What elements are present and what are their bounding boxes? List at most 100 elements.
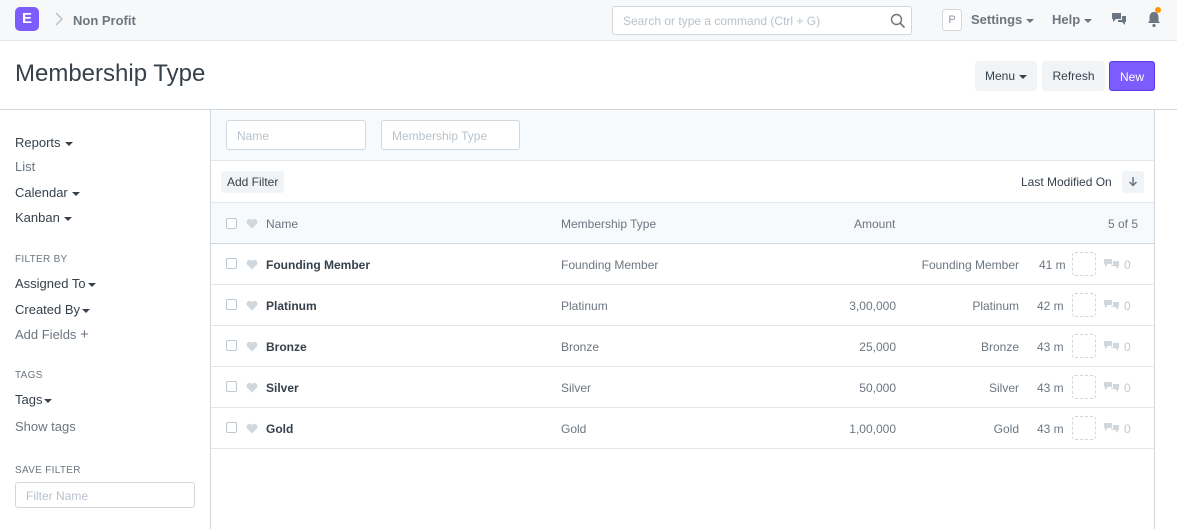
search-icon [890, 13, 906, 29]
help-menu[interactable]: Help [1052, 12, 1093, 27]
row-name-link[interactable]: Gold [266, 422, 293, 436]
notification-dot [1155, 7, 1161, 13]
row-title: Founding Member [921, 258, 1019, 272]
row-checkbox[interactable] [226, 422, 237, 433]
row-modified: 43 m [1037, 340, 1064, 354]
chevron-right-icon [55, 12, 64, 26]
sidebar-calendar-label: Calendar [15, 185, 68, 200]
navbar: E Non Profit Search or type a command (C… [0, 0, 1177, 41]
caret-down-icon [64, 141, 73, 146]
caret-down-icon [82, 308, 91, 313]
row-modified: 41 m [1039, 258, 1066, 272]
heart-icon[interactable] [246, 341, 258, 352]
sidebar-kanban-label: Kanban [15, 210, 60, 225]
comment-icon [1104, 300, 1119, 310]
assigned-to-label: Assigned To [15, 276, 86, 291]
caret-down-icon [87, 282, 96, 287]
comment-count: 0 [1124, 340, 1131, 354]
comment-count: 0 [1124, 422, 1131, 436]
settings-label: Settings [971, 12, 1023, 27]
filter-by-heading: FILTER BY [15, 254, 68, 265]
list-header-row [211, 203, 1154, 244]
assignee-avatar-placeholder [1072, 416, 1096, 440]
comment-icon [1104, 259, 1119, 269]
assignee-avatar-placeholder [1072, 334, 1096, 358]
sidebar-calendar[interactable]: Calendar [15, 185, 80, 200]
name-filter-input[interactable]: Name [226, 120, 366, 150]
sidebar-reports[interactable]: Reports [15, 135, 73, 150]
menu-label: Menu [984, 69, 1016, 83]
menu-button[interactable]: Menu [975, 61, 1037, 91]
sidebar-reports-label: Reports [15, 135, 61, 150]
row-name-link[interactable]: Silver [266, 381, 299, 395]
name-filter-placeholder: Name [237, 129, 270, 143]
heart-icon[interactable] [246, 382, 258, 393]
row-title: Bronze [980, 340, 1019, 354]
new-button[interactable]: New [1109, 61, 1155, 91]
tags-label: Tags [15, 392, 43, 407]
row-checkbox[interactable] [226, 299, 237, 310]
row-membership-type: Silver [561, 381, 592, 395]
save-filter-heading: SAVE FILTER [15, 465, 81, 476]
bell-icon[interactable] [1146, 10, 1162, 28]
page-title: Membership Type [15, 60, 206, 87]
comment-count: 0 [1124, 299, 1131, 313]
row-title: Gold [993, 422, 1019, 436]
show-tags-link[interactable]: Show tags [15, 419, 76, 434]
heart-icon[interactable] [246, 423, 258, 434]
caret-down-icon [44, 398, 53, 403]
filter-name-input[interactable]: Filter Name [15, 482, 195, 508]
arrow-down-icon [1128, 177, 1138, 187]
row-name-link[interactable]: Founding Member [266, 258, 370, 272]
assignee-avatar-placeholder [1072, 375, 1096, 399]
header-name: Name [266, 217, 299, 231]
row-name-link[interactable]: Bronze [266, 340, 307, 354]
caret-down-icon [1026, 18, 1035, 23]
breadcrumb-non-profit[interactable]: Non Profit [73, 13, 136, 28]
row-name-link[interactable]: Platinum [266, 299, 317, 313]
refresh-button[interactable]: Refresh [1042, 61, 1105, 91]
assignee-avatar-placeholder [1072, 252, 1096, 276]
heart-icon[interactable] [246, 218, 258, 229]
select-all-checkbox[interactable] [226, 218, 237, 229]
row-checkbox[interactable] [226, 258, 237, 269]
sort-selector[interactable]: Last Modified On [1021, 175, 1112, 189]
add-filter-button[interactable]: Add Filter [221, 171, 285, 193]
help-label: Help [1052, 12, 1081, 27]
plus-icon: + [80, 326, 89, 343]
caret-down-icon [1019, 74, 1028, 79]
row-membership-type: Gold [561, 422, 587, 436]
created-by-filter[interactable]: Created By [15, 302, 91, 317]
row-membership-type: Platinum [561, 299, 608, 313]
comment-count: 0 [1124, 258, 1131, 272]
row-title: Platinum [972, 299, 1019, 313]
membership-type-filter-input[interactable]: Membership Type [381, 120, 520, 150]
caret-down-icon [71, 191, 80, 196]
assigned-to-filter[interactable]: Assigned To [15, 276, 96, 291]
app-logo[interactable]: E [15, 7, 39, 31]
row-membership-type: Founding Member [561, 258, 659, 272]
assignee-avatar-placeholder [1072, 293, 1096, 317]
heart-icon[interactable] [246, 300, 258, 311]
settings-menu[interactable]: Settings [971, 12, 1035, 27]
sidebar-kanban[interactable]: Kanban [15, 210, 72, 225]
heart-icon[interactable] [246, 259, 258, 270]
row-checkbox[interactable] [226, 340, 237, 351]
header-membership-type: Membership Type [561, 217, 657, 231]
tags-dropdown[interactable]: Tags [15, 392, 53, 407]
sidebar-list[interactable]: List [15, 159, 35, 174]
chat-icon[interactable] [1111, 11, 1127, 27]
row-checkbox[interactable] [226, 381, 237, 392]
search-input[interactable]: Search or type a command (Ctrl + G) [612, 6, 912, 35]
search-placeholder: Search or type a command (Ctrl + G) [623, 14, 821, 28]
comment-icon [1104, 382, 1119, 392]
add-fields-label: Add Fields [15, 327, 77, 342]
row-modified: 42 m [1037, 299, 1064, 313]
sort-order-button[interactable] [1122, 171, 1144, 193]
add-fields-link[interactable]: Add Fields + [15, 326, 89, 343]
row-membership-type: Bronze [561, 340, 600, 354]
avatar[interactable]: P [942, 9, 962, 31]
row-modified: 43 m [1037, 381, 1064, 395]
caret-down-icon [1084, 18, 1093, 23]
tags-heading: TAGS [15, 370, 43, 381]
